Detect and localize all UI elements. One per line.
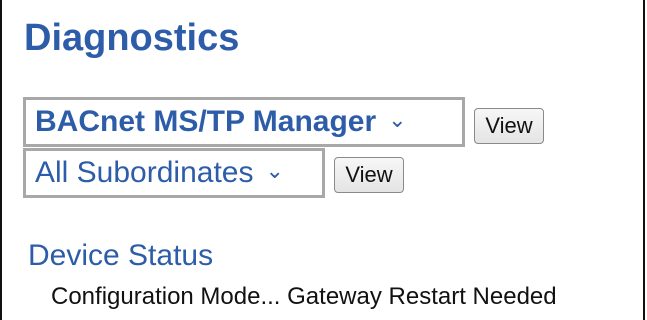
subordinate-select[interactable]: All Subordinates ⌄	[23, 148, 325, 198]
manager-select-value: BACnet MS/TP Manager	[35, 105, 377, 138]
page-title: Diagnostics	[24, 17, 240, 59]
view-subordinates-button[interactable]: View	[334, 157, 404, 193]
device-status-message: Configuration Mode... Gateway Restart Ne…	[51, 283, 557, 310]
view-manager-button[interactable]: View	[474, 108, 544, 144]
chevron-down-icon: ⌄	[388, 107, 407, 132]
manager-select[interactable]: BACnet MS/TP Manager ⌄	[23, 97, 465, 147]
chevron-down-icon: ⌄	[265, 158, 284, 183]
subordinate-select-value: All Subordinates	[35, 156, 254, 189]
page-frame: Diagnostics BACnet MS/TP Manager ⌄ View …	[0, 0, 645, 320]
device-status-heading: Device Status	[28, 239, 214, 272]
